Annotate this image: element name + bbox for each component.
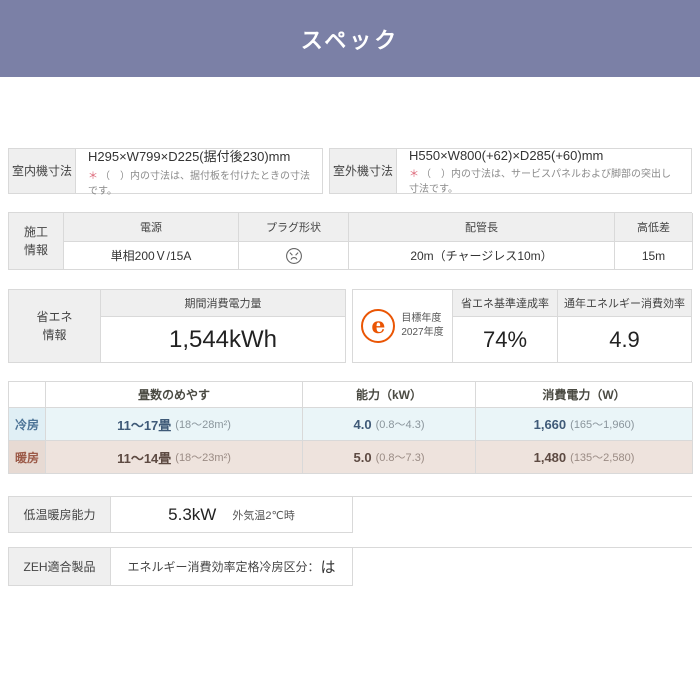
zeh-value-prefix: エネルギー消費効率定格冷房区分：: [127, 558, 319, 575]
piping-length-header: 配管長: [349, 213, 615, 242]
zeh-table: ZEH適合製品 エネルギー消費効率定格冷房区分： は: [8, 547, 692, 586]
capacity-header: 能力（kW）: [303, 382, 476, 408]
note-asterisk-icon: ＊: [409, 169, 419, 180]
achievement-rate-value: 74%: [453, 317, 558, 363]
low-temp-value: 5.3kW: [168, 505, 216, 525]
page-title: スペック: [301, 23, 399, 55]
indoor-dimensions-label: 室内機寸法: [9, 149, 76, 194]
plug-shape-cell: [239, 242, 349, 270]
outdoor-dimensions-note: ＊（ ）内の寸法は、サービスパネルおよび脚部の突出し寸法です。: [409, 165, 679, 195]
low-temp-value-cell: 5.3kW 外気温2℃時: [111, 497, 353, 533]
low-temp-table: 低温暖房能力 5.3kW 外気温2℃時: [8, 496, 692, 533]
spec-content: 室内機寸法 H295×W799×D225(据付後230)mm ＊（ ）内の寸法は…: [0, 148, 700, 586]
energy-label-text: 省エネ情報: [36, 308, 72, 344]
outdoor-note-text: （ ）内の寸法は、サービスパネルおよび脚部の突出し寸法です。: [409, 169, 671, 195]
period-consumption-header: 期間消費電力量: [101, 290, 346, 317]
piping-length-value: 20m（チャージレス10m）: [349, 242, 615, 270]
capacity-table: 畳数のめやす 能力（kW） 消費電力（W） 冷房 11〜17畳 (18〜28m²…: [8, 381, 692, 474]
period-consumption-value: 1,544kWh: [101, 317, 346, 363]
cooling-tatami-cell: 11〜17畳 (18〜28m²): [46, 408, 303, 441]
target-year-text: 目標年度2027年度: [401, 312, 443, 340]
heating-tatami-cell: 11〜14畳 (18〜23m²): [46, 441, 303, 474]
outdoor-dimensions-value: H550×W800(+62)×D285(+60)mm: [409, 148, 603, 163]
power-header: 電源: [64, 213, 239, 242]
indoor-note-text: （ ）内の寸法は、据付板を付けたときの寸法です。: [88, 171, 310, 197]
installation-label: 施工情報: [9, 213, 64, 270]
zeh-label: ZEH適合製品: [9, 548, 111, 586]
indoor-dimensions-note: ＊（ ）内の寸法は、据付板を付けたときの寸法です。: [88, 167, 310, 197]
installation-label-text: 施工情報: [24, 223, 48, 259]
indoor-dimensions-table: 室内機寸法 H295×W799×D225(据付後230)mm ＊（ ）内の寸法は…: [8, 148, 323, 194]
plug-shape-header: プラグ形状: [239, 213, 349, 242]
tatami-header: 畳数のめやす: [46, 382, 303, 408]
spec-page: スペック 室内機寸法 H295×W799×D225(据付後230)mm ＊（ ）…: [0, 0, 700, 586]
energy-label: 省エネ情報: [9, 290, 101, 363]
apf-header: 通年エネルギー消費効率: [558, 290, 692, 317]
capacity-corner-cell: [9, 382, 46, 408]
low-temp-note: 外気温2℃時: [232, 507, 294, 523]
header-band: スペック: [0, 0, 700, 77]
dimensions-section: 室内機寸法 H295×W799×D225(据付後230)mm ＊（ ）内の寸法は…: [8, 148, 692, 194]
outdoor-dimensions-cell: H550×W800(+62)×D285(+60)mm ＊（ ）内の寸法は、サービ…: [397, 149, 692, 194]
cooling-mode-label: 冷房: [9, 408, 46, 441]
note-asterisk-icon: ＊: [88, 171, 98, 182]
power-value: 単相200Ｖ/15A: [64, 242, 239, 270]
energy-left-table: 省エネ情報 期間消費電力量 1,544kWh: [8, 289, 346, 363]
outdoor-dimensions-label: 室外機寸法: [330, 149, 397, 194]
installation-table: 施工情報 電源 プラグ形状 配管長 高低差 単相200Ｖ/15A 20m（チャー…: [8, 212, 692, 270]
tandem-plug-icon: [285, 247, 303, 265]
cooling-capacity-cell: 4.0 (0.8〜4.3): [303, 408, 476, 441]
height-diff-value: 15m: [615, 242, 693, 270]
energy-saving-e-mark-icon: e: [361, 309, 395, 343]
indoor-dimensions-cell: H295×W799×D225(据付後230)mm ＊（ ）内の寸法は、据付板を付…: [76, 149, 323, 194]
outdoor-dimensions-table: 室外機寸法 H550×W800(+62)×D285(+60)mm ＊（ ）内の寸…: [329, 148, 692, 194]
cooling-power-cell: 1,660 (165〜1,960): [476, 408, 693, 441]
target-year-cell: e 目標年度2027年度: [353, 290, 453, 363]
power-consumption-header: 消費電力（W）: [476, 382, 693, 408]
energy-right-table: e 目標年度2027年度 省エネ基準達成率 通年エネルギー消費効率 74% 4.…: [352, 289, 692, 363]
zeh-value-cell: エネルギー消費効率定格冷房区分： は: [111, 548, 353, 586]
heating-capacity-cell: 5.0 (0.8〜7.3): [303, 441, 476, 474]
zeh-value-suffix: は: [321, 556, 336, 577]
indoor-dimensions-value: H295×W799×D225(据付後230)mm: [88, 146, 290, 165]
heating-power-cell: 1,480 (135〜2,580): [476, 441, 693, 474]
achievement-rate-header: 省エネ基準達成率: [453, 290, 558, 317]
low-temp-label: 低温暖房能力: [9, 497, 111, 533]
energy-section: 省エネ情報 期間消費電力量 1,544kWh e 目標年度2027年度 省エネ基…: [8, 289, 692, 363]
heating-mode-label: 暖房: [9, 441, 46, 474]
apf-value: 4.9: [558, 317, 692, 363]
height-diff-header: 高低差: [615, 213, 693, 242]
